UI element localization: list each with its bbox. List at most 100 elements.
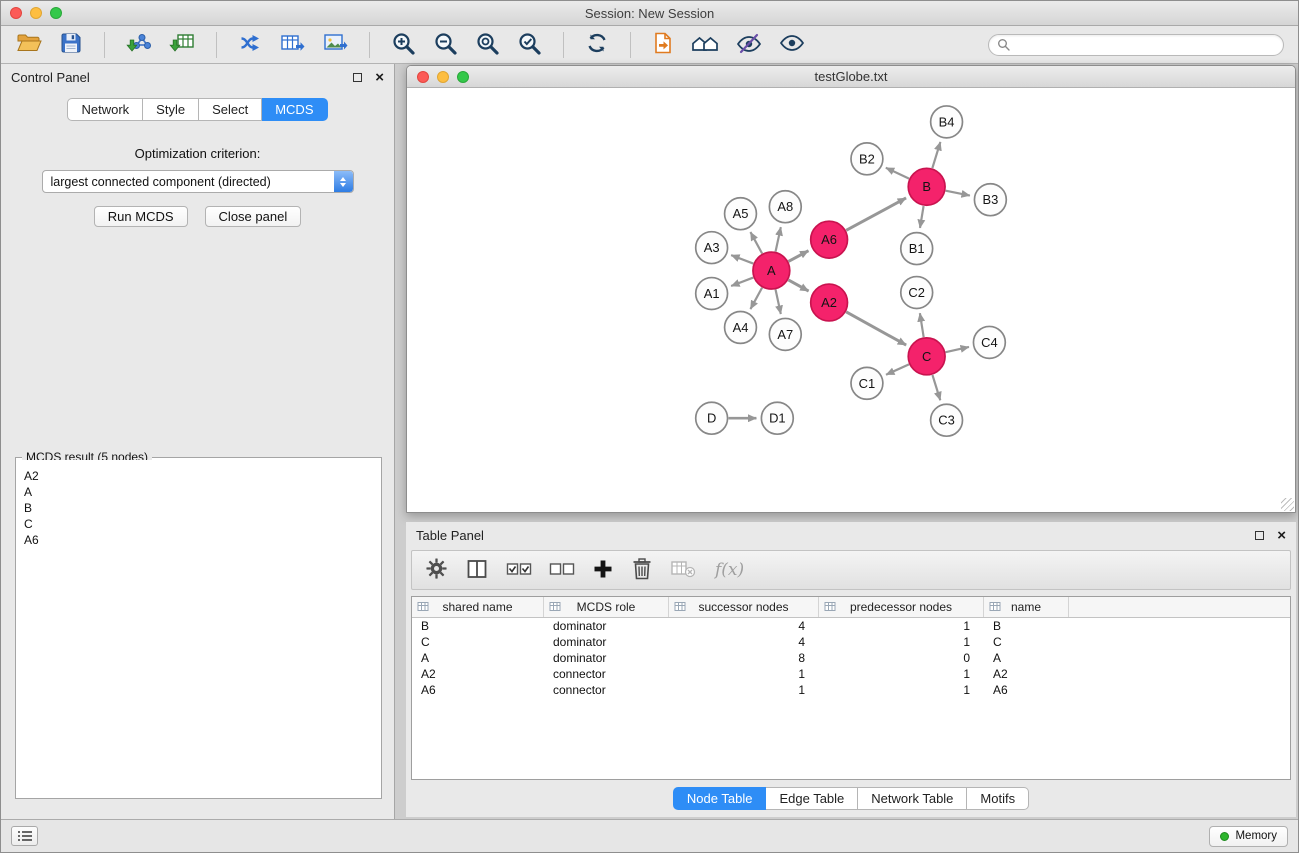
table-row[interactable]: Cdominator41C [412, 634, 1290, 650]
column-header-predecessor-nodes[interactable]: predecessor nodes [819, 597, 984, 617]
open-file-button[interactable] [15, 30, 43, 59]
tab-network-table[interactable]: Network Table [858, 787, 967, 810]
zoom-in-button[interactable] [390, 30, 417, 60]
graph-edge-B-B2[interactable] [886, 168, 909, 179]
graph-node-C2[interactable]: C2 [901, 277, 933, 309]
show-hide-button[interactable] [778, 30, 806, 59]
new-network-button[interactable] [237, 30, 263, 59]
tab-motifs[interactable]: Motifs [967, 787, 1029, 810]
graph-node-A3[interactable]: A3 [696, 232, 728, 264]
import-network-button[interactable] [125, 30, 153, 59]
tab-select[interactable]: Select [199, 98, 262, 121]
column-browser-button[interactable] [465, 557, 489, 584]
new-network-table-button[interactable] [278, 30, 306, 59]
graph-edge-A-A4[interactable] [750, 288, 762, 309]
graph-node-A2[interactable]: A2 [811, 284, 848, 321]
graph-edge-A-A7[interactable] [776, 290, 781, 314]
resize-grip-icon[interactable] [1281, 498, 1294, 511]
graph-node-A1[interactable]: A1 [696, 278, 728, 310]
save-session-button[interactable] [58, 30, 84, 59]
graph-node-B3[interactable]: B3 [974, 184, 1006, 216]
mcds-result-item[interactable]: A6 [24, 532, 373, 548]
graph-node-B[interactable]: B [908, 168, 945, 205]
add-column-button[interactable] [592, 558, 614, 583]
graph-node-A7[interactable]: A7 [769, 318, 801, 350]
float-control-panel-button[interactable] [353, 73, 362, 82]
mcds-result-item[interactable]: A2 [24, 468, 373, 484]
minimize-window-button[interactable] [30, 7, 42, 19]
graph-node-C4[interactable]: C4 [973, 326, 1005, 358]
zoom-window-button[interactable] [50, 7, 62, 19]
import-table-button[interactable] [168, 30, 196, 59]
graph-node-D[interactable]: D [696, 402, 728, 434]
delete-column-button[interactable] [631, 557, 653, 584]
graph-edge-A-A8[interactable] [776, 227, 781, 251]
close-panel-button[interactable]: Close panel [205, 206, 302, 227]
mcds-result-list[interactable]: A2ABCA6 [18, 460, 379, 796]
select-all-columns-button[interactable] [506, 559, 532, 582]
table-row[interactable]: Bdominator41B [412, 618, 1290, 634]
search-field[interactable] [988, 34, 1284, 56]
zoom-out-button[interactable] [432, 30, 459, 60]
graph-edge-C-C2[interactable] [920, 313, 924, 337]
graph-edge-A-A3[interactable] [731, 255, 753, 263]
table-row[interactable]: Adominator80A [412, 650, 1290, 666]
mcds-result-item[interactable]: C [24, 516, 373, 532]
table-row[interactable]: A6connector11A6 [412, 682, 1290, 698]
graph-edge-A-A5[interactable] [750, 232, 762, 253]
first-neighbors-button[interactable] [651, 30, 675, 59]
tab-mcds[interactable]: MCDS [262, 98, 327, 121]
deselect-all-columns-button[interactable] [549, 559, 575, 582]
float-table-panel-button[interactable] [1255, 531, 1264, 540]
graphics-details-button[interactable] [735, 30, 763, 59]
delete-table-button[interactable] [670, 558, 696, 583]
column-header-shared-name[interactable]: shared name [412, 597, 544, 617]
minimize-network-window-button[interactable] [437, 71, 449, 83]
graph-edge-C-C1[interactable] [886, 364, 909, 374]
graph-node-A[interactable]: A [753, 252, 790, 289]
graph-node-C3[interactable]: C3 [931, 404, 963, 436]
function-builder-button[interactable]: f(x) [715, 560, 744, 580]
graph-node-C1[interactable]: C1 [851, 367, 883, 399]
graph-edge-A6-B[interactable] [846, 198, 906, 230]
close-network-window-button[interactable] [417, 71, 429, 83]
graph-node-A4[interactable]: A4 [725, 311, 757, 343]
network-graph[interactable]: B4 B2 B B3 A8 A5 A6 A3 B1 A C2 A1 A2 A4 A7 C4 C C1 C3 D D1 [408, 89, 1294, 511]
graph-node-A5[interactable]: A5 [725, 198, 757, 230]
show-navigator-button[interactable] [690, 30, 720, 59]
tab-edge-table[interactable]: Edge Table [766, 787, 858, 810]
tab-style[interactable]: Style [143, 98, 199, 121]
graph-node-C[interactable]: C [908, 338, 945, 375]
search-input[interactable] [1015, 38, 1275, 52]
run-mcds-button[interactable]: Run MCDS [94, 206, 188, 227]
task-history-button[interactable] [11, 826, 38, 846]
table-row[interactable]: A2connector11A2 [412, 666, 1290, 682]
mcds-result-item[interactable]: A [24, 484, 373, 500]
graph-edge-B-B1[interactable] [920, 206, 924, 228]
graph-edge-A-A2[interactable] [788, 280, 808, 291]
zoom-fit-button[interactable] [474, 30, 501, 60]
mcds-result-item[interactable]: B [24, 500, 373, 516]
zoom-network-window-button[interactable] [457, 71, 469, 83]
graph-node-B2[interactable]: B2 [851, 143, 883, 175]
graph-edge-A-A6[interactable] [788, 251, 808, 262]
graph-edge-C-C4[interactable] [946, 347, 969, 352]
graph-node-A6[interactable]: A6 [811, 221, 848, 258]
graph-node-B4[interactable]: B4 [931, 106, 963, 138]
graph-edge-A-A1[interactable] [731, 278, 753, 286]
network-canvas[interactable]: B4 B2 B B3 A8 A5 A6 A3 B1 A C2 A1 A2 A4 A7 C4 C C1 C3 D D1 [408, 89, 1294, 511]
column-header-name[interactable]: name [984, 597, 1069, 617]
apply-layout-button[interactable] [584, 30, 610, 59]
table-options-button[interactable] [425, 557, 448, 583]
graph-edge-A2-C[interactable] [846, 312, 906, 345]
tab-network[interactable]: Network [67, 98, 143, 121]
close-window-button[interactable] [10, 7, 22, 19]
graph-node-A8[interactable]: A8 [769, 191, 801, 223]
graph-edge-C-C3[interactable] [932, 375, 940, 400]
graph-node-D1[interactable]: D1 [761, 402, 793, 434]
close-table-panel-button[interactable]: × [1277, 528, 1286, 543]
tab-node-table[interactable]: Node Table [673, 787, 767, 810]
memory-button[interactable]: Memory [1209, 826, 1288, 847]
graph-node-B1[interactable]: B1 [901, 233, 933, 265]
close-control-panel-button[interactable]: × [375, 70, 384, 85]
